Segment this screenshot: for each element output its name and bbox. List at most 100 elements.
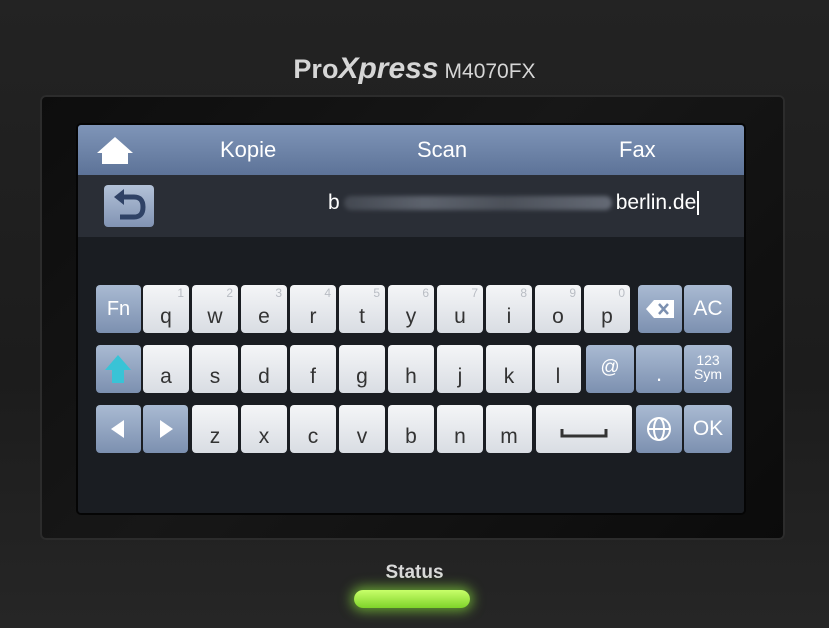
key-label: o [552,305,564,328]
home-icon [97,137,133,164]
globe-icon [647,417,671,441]
tab-scan[interactable]: Scan [417,137,467,163]
key-q[interactable]: 1q [143,285,189,333]
tab-kopie[interactable]: Kopie [220,137,276,163]
key-label: h [405,365,417,388]
key-label: i [506,305,512,328]
key-number-hint: 5 [373,286,380,300]
key-l[interactable]: l [535,345,581,393]
brand-pro: Pro [293,54,339,84]
key-n[interactable]: n [437,405,483,453]
key-g[interactable]: g [339,345,385,393]
email-prefix: b [328,191,340,214]
key-label: l [555,365,561,388]
key-label: c [307,425,319,448]
brand-logo: ProXpress M4070FX [0,52,829,86]
key-number-hint: 0 [618,286,625,300]
ac-key[interactable]: AC [684,285,732,333]
key-label: b [405,425,417,448]
key-e[interactable]: 3e [241,285,287,333]
status-label: Status [385,562,444,583]
dot-key-label: . [655,361,663,386]
ok-key-label: OK [692,417,724,440]
key-y[interactable]: 6y [388,285,434,333]
space-key[interactable] [536,405,632,453]
cursor-right-key[interactable] [143,405,188,453]
key-t[interactable]: 5t [339,285,385,333]
key-label: p [601,305,613,328]
brand-xpress: Xpress [338,52,439,85]
key-u[interactable]: 7u [437,285,483,333]
dot-key[interactable]: . [636,345,682,393]
at-key-label: @ [600,357,620,378]
key-label: q [160,305,172,328]
at-key[interactable]: @ [586,345,634,393]
key-label: y [405,305,417,328]
symbol-key-bottom: Sym [694,366,722,382]
key-number-hint: 3 [275,286,282,300]
model-name: M4070FX [444,60,536,83]
key-j[interactable]: j [437,345,483,393]
key-label: j [457,365,463,388]
key-number-hint: 9 [569,286,576,300]
key-x[interactable]: x [241,405,287,453]
key-k[interactable]: k [486,345,532,393]
redacted-text [343,196,612,211]
key-m[interactable]: m [486,405,532,453]
key-label: g [356,365,368,388]
key-label: v [356,425,368,448]
text-cursor [697,191,700,216]
key-label: a [160,365,172,388]
input-bar: b berlin.de [78,175,744,237]
key-label: z [209,425,221,448]
key-d[interactable]: d [241,345,287,393]
key-h[interactable]: h [388,345,434,393]
shift-key[interactable] [96,345,141,393]
shift-arrow-icon [105,355,131,383]
key-w[interactable]: 2w [192,285,238,333]
key-number-hint: 8 [520,286,527,300]
key-number-hint: 2 [226,286,233,300]
symbol-key[interactable]: 123 Sym [684,345,732,393]
key-label: e [258,305,270,328]
backspace-key[interactable] [638,285,682,333]
key-number-hint: 7 [471,286,478,300]
key-o[interactable]: 9o [535,285,581,333]
cursor-left-key[interactable] [96,405,141,453]
key-i[interactable]: 8i [486,285,532,333]
key-label: d [258,365,270,388]
key-s[interactable]: s [192,345,238,393]
key-c[interactable]: c [290,405,336,453]
key-f[interactable]: f [290,345,336,393]
key-p[interactable]: 0p [584,285,630,333]
fn-key[interactable]: Fn [96,285,141,333]
language-key[interactable] [636,405,682,453]
key-label: n [454,425,466,448]
key-number-hint: 4 [324,286,331,300]
printer-panel: ProXpress M4070FX Kopie Scan Fax b berlin.… [0,0,829,628]
ac-key-label: AC [693,297,723,320]
key-number-hint: 1 [177,286,184,300]
arrow-right-icon [160,420,173,438]
key-z[interactable]: z [192,405,238,453]
key-label: f [310,365,316,388]
ok-key[interactable]: OK [684,405,732,453]
key-a[interactable]: a [143,345,189,393]
key-v[interactable]: v [339,405,385,453]
email-input[interactable]: b berlin.de [328,191,728,221]
key-label: w [207,305,223,328]
symbol-key-top: 123 [696,352,720,368]
key-label: k [503,365,515,388]
key-label: x [258,425,270,448]
key-r[interactable]: 4r [290,285,336,333]
email-suffix: berlin.de [615,191,697,214]
status-led [354,590,470,608]
tab-fax[interactable]: Fax [619,137,656,163]
back-button[interactable] [104,185,154,227]
home-button[interactable] [94,133,136,167]
on-screen-keyboard: Fn 1q2w3e4r5t6y7u8i9o0p AC asdfghjkl @ .… [78,237,744,513]
key-label: t [359,305,365,328]
back-arrow-icon [114,189,146,220]
key-b[interactable]: b [388,405,434,453]
key-number-hint: 6 [422,286,429,300]
